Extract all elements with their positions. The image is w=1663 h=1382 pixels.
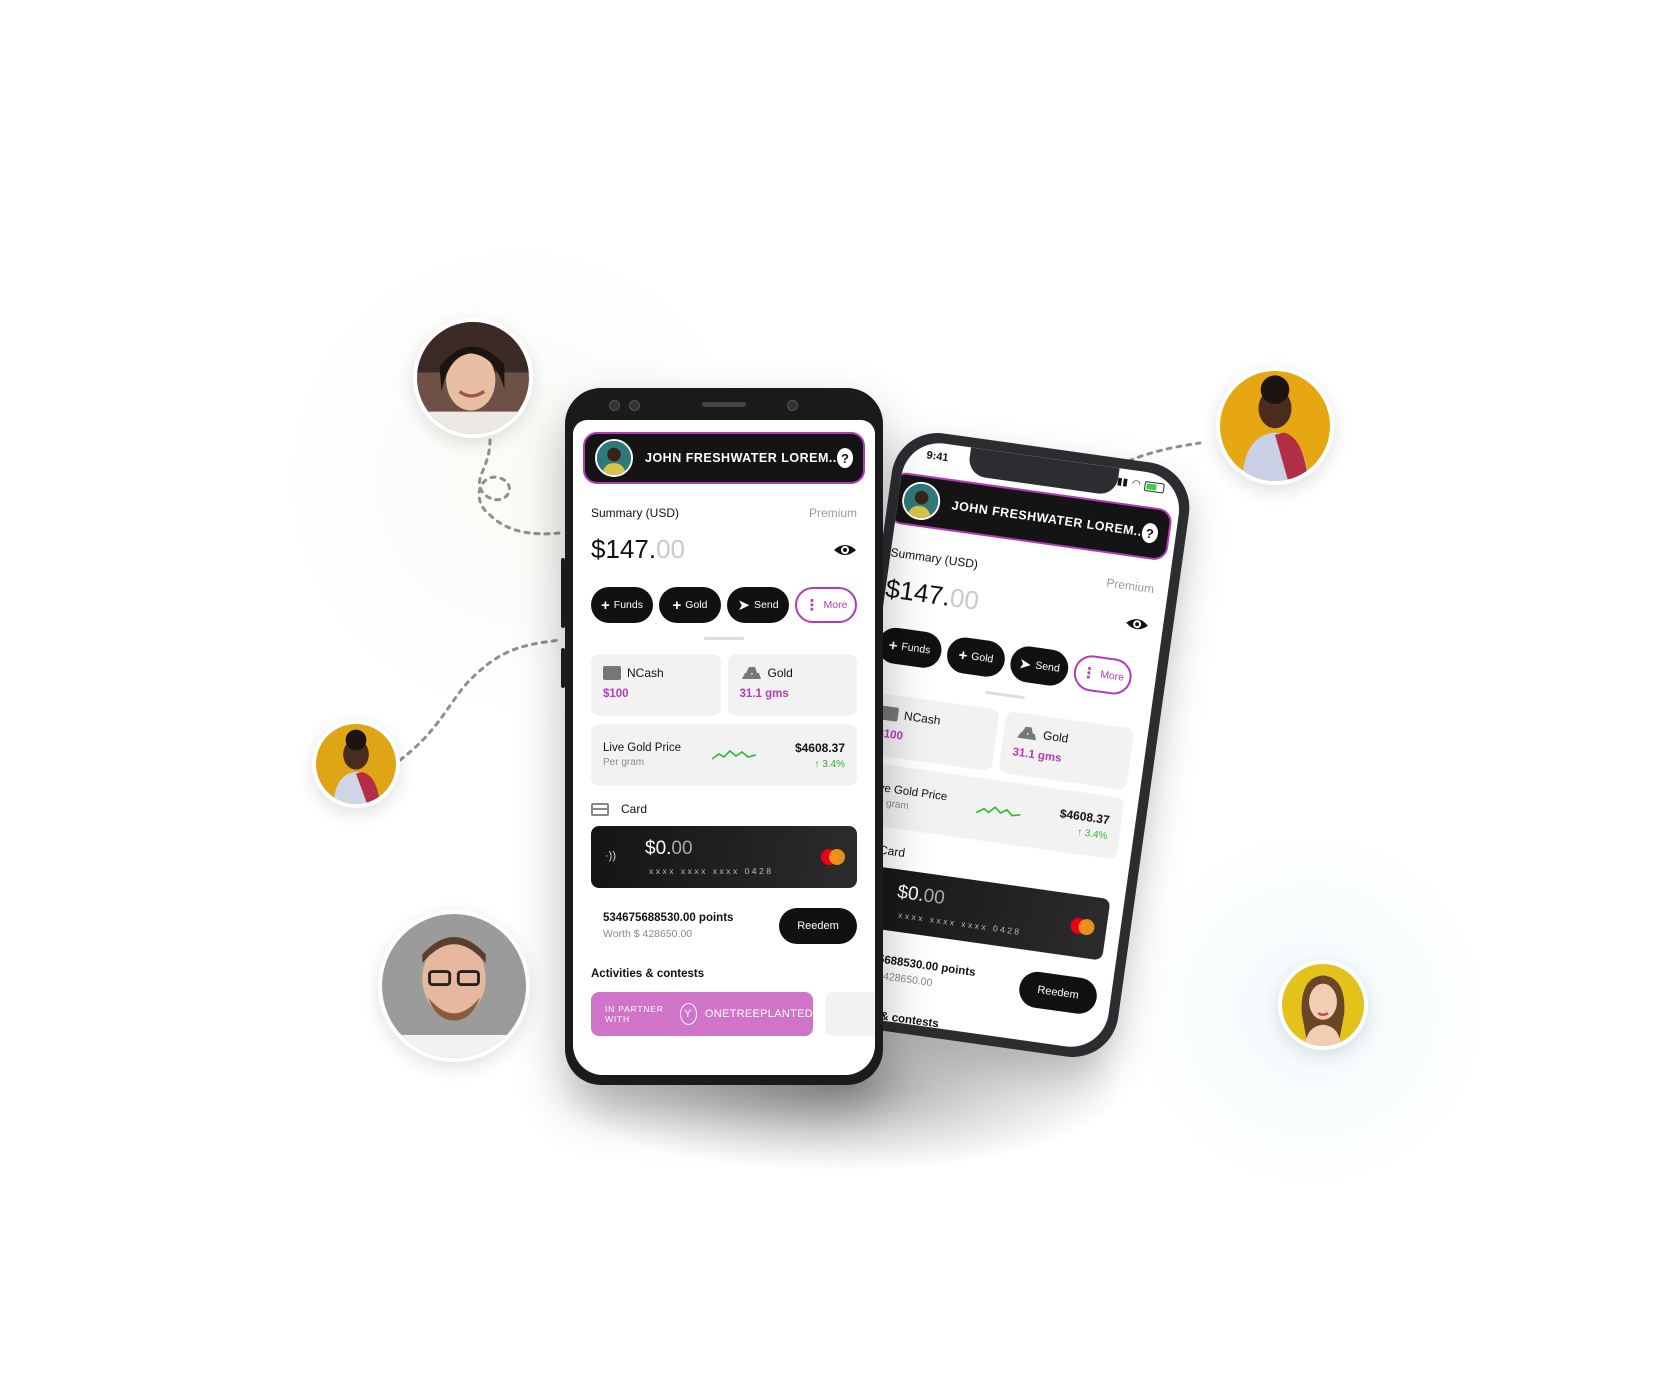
tier-label: Premium [808,506,857,520]
balance: $147.00 [883,573,981,616]
gold-tile[interactable]: Gold 31.1 gms [997,710,1135,791]
gold-tile[interactable]: Gold 31.1 gms [727,654,857,716]
card-icon [591,802,609,816]
redeem-button[interactable]: Reedem [1016,969,1100,1017]
camera-icon [629,400,640,411]
phone-front-android: JOHN FRESHWATER LOREM.. ? Summary (USD) P… [561,388,883,1085]
gold-bars-icon [741,667,761,679]
tier-label: Premium [1105,575,1156,597]
wifi-icon: ◠ [1131,478,1142,491]
add-gold-button[interactable]: + Gold [944,635,1008,679]
profile-name: JOHN FRESHWATER LOREM.. [950,498,1143,539]
card-balance: $0.00 [645,838,693,859]
promo-banner-2[interactable] [825,992,875,1036]
phone-front-screen: JOHN FRESHWATER LOREM.. ? Summary (USD) P… [573,420,875,1075]
add-funds-button[interactable]: + Funds [875,625,944,671]
speaker-grille [702,402,746,407]
card-balance: $0.00 [896,881,947,909]
points-worth: Worth $ 428650.00 [603,928,693,940]
ncash-tile[interactable]: NCash $100 [591,654,721,716]
side-button [561,558,565,628]
live-gold-price-row[interactable]: Live Gold Price Per gram $4608.37 ↑ 3.4% [591,724,857,786]
eye-icon[interactable] [1124,610,1151,637]
summary-label: Summary (USD) [889,545,979,572]
mastercard-icon [821,849,845,865]
wallet-icon [603,666,621,680]
battery-icon [1143,480,1165,494]
status-time: 9:41 [925,449,950,465]
mastercard-icon [1070,917,1095,936]
add-funds-button[interactable]: + Funds [591,587,653,623]
camera-icon [609,400,620,411]
balance: $147.00 [591,534,685,564]
tree-icon: Y [679,1003,697,1025]
send-button[interactable]: ➤ Send [1008,644,1071,688]
card-number: xxxx xxxx xxxx 0428 [649,866,774,876]
gold-bars-icon [1016,726,1036,741]
sheet-grabber[interactable] [704,637,744,640]
contactless-icon: ·)) [605,850,616,862]
debit-card[interactable]: ·)) $0.00 xxxx xxxx xxxx 0428 [591,826,857,888]
points-value: 534675688530.00 points [603,912,734,924]
more-button[interactable]: ⋮ More [1071,653,1134,697]
avatar-man-left [312,720,400,808]
profile-name: JOHN FRESHWATER LOREM.. [645,451,837,465]
avatar-man-glasses [378,910,530,1062]
promo-banner[interactable]: IN PARTNER WITHYONETREEPLANTED [591,992,813,1036]
profile-avatar [595,439,633,477]
send-button[interactable]: ➤ Send [727,587,789,623]
card-number: xxxx xxxx xxxx 0428 [897,909,1023,938]
profile-header[interactable]: JOHN FRESHWATER LOREM.. ? [583,432,865,484]
side-button [561,648,565,688]
camera-icon [787,400,798,411]
eye-icon[interactable] [833,538,857,562]
help-icon[interactable]: ? [1140,522,1160,545]
gold-sparkline [975,806,1021,817]
avatar-man-top-right [1216,367,1334,485]
activities-header: Activities & contests [591,968,705,980]
avatar-woman-top-left [413,318,533,438]
phone-top-bezel [565,400,883,411]
summary-label: Summary (USD) [591,506,680,520]
add-gold-button[interactable]: + Gold [659,587,721,623]
more-button[interactable]: ⋮ More [795,587,857,623]
avatar-woman-right [1278,960,1368,1050]
sheet-grabber[interactable] [984,690,1025,700]
profile-avatar [899,479,943,523]
redeem-button[interactable]: Reedem [779,908,857,944]
help-icon[interactable]: ? [836,448,853,468]
front-app: JOHN FRESHWATER LOREM.. ? Summary (USD) P… [573,420,875,1036]
gold-sparkline [711,749,757,760]
